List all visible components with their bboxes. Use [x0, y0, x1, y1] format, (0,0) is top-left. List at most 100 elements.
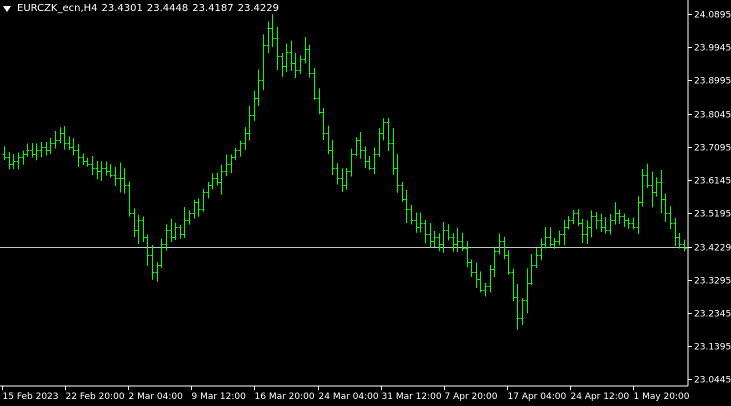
ohlc-bar	[654, 177, 659, 197]
ohlc-bar	[99, 161, 104, 182]
x-tick-label: 24 Apr 12:00	[571, 392, 630, 402]
ohlc-bar	[11, 154, 16, 170]
ohlc-bar	[7, 151, 12, 170]
ohlc-bar	[238, 140, 243, 157]
ohlc-bar	[589, 210, 594, 238]
ohlc-bar	[506, 250, 511, 275]
ohlc-bar	[640, 168, 645, 207]
ohlc-bar	[432, 231, 437, 248]
ohlc-bar	[34, 143, 39, 161]
ohlc-bar	[474, 262, 479, 288]
y-tick-label: 23.4229	[694, 244, 731, 254]
ohlc-bar	[391, 128, 396, 175]
low-value: 23.4187	[192, 3, 234, 14]
ohlc-bar	[599, 213, 604, 233]
close-value: 23.4229	[237, 3, 279, 14]
ohlc-bar	[543, 226, 548, 249]
ohlc-bar	[650, 171, 655, 208]
ohlc-bar	[668, 206, 673, 229]
ohlc-bar	[169, 218, 174, 243]
ohlc-bar	[372, 147, 377, 175]
ohlc-bar	[136, 214, 141, 244]
ohlc-bar	[53, 131, 58, 149]
y-tick-label: 23.0445	[694, 376, 731, 386]
ohlc-bar	[210, 173, 215, 190]
ohlc-bar	[673, 217, 678, 247]
ohlc-bar	[478, 271, 483, 293]
ohlc-bar	[571, 210, 576, 224]
ohlc-bar	[594, 212, 599, 230]
y-tick-label: 23.8045	[694, 111, 731, 121]
ohlc-bar	[548, 227, 553, 247]
ohlc-bar	[520, 298, 525, 325]
ohlc-bar	[566, 216, 571, 230]
ohlc-bar	[354, 137, 359, 157]
ohlc-bar	[150, 244, 155, 280]
ohlc-bar	[455, 227, 460, 252]
ohlc-bar	[330, 139, 335, 176]
ohlc-bar	[127, 181, 132, 217]
ohlc-bar	[645, 163, 650, 189]
ohlc-bar	[122, 168, 127, 194]
ohlc-bar	[469, 259, 474, 277]
ohlc-bar	[386, 117, 391, 152]
ohlc-bar	[243, 127, 248, 150]
x-tick-label: 24 Mar 04:00	[319, 392, 379, 402]
y-tick-label: 23.8995	[694, 77, 731, 87]
ohlc-bar	[219, 164, 224, 195]
chart-header: EURCZK_ecn,H4 23.4301 23.4448 23.4187 23…	[3, 3, 279, 14]
ohlc-bar	[534, 248, 539, 268]
ohlc-bar	[404, 189, 409, 223]
ohlc-bar	[525, 268, 530, 314]
x-tick-label: 1 May 20:00	[634, 392, 690, 402]
ohlc-bar	[266, 21, 271, 54]
ohlc-bar	[280, 52, 285, 77]
ohlc-bar	[363, 146, 368, 169]
ohlc-bar	[16, 152, 21, 170]
ohlc-bar	[2, 146, 7, 161]
ohlc-bar	[159, 238, 164, 268]
ohlc-bar	[224, 154, 229, 177]
ohlc-bar	[677, 233, 682, 249]
ohlc-bar	[539, 238, 544, 261]
ohlc-bar	[349, 148, 354, 177]
ohlc-bar	[488, 265, 493, 293]
ohlc-bar	[321, 107, 326, 141]
ohlc-bar	[428, 223, 433, 248]
ohlc-bar	[335, 163, 340, 185]
ohlc-bar	[312, 68, 317, 100]
y-tick-label: 23.1395	[694, 343, 731, 353]
ohlc-bar	[497, 233, 502, 255]
ohlc-bar	[446, 224, 451, 241]
x-tick-label: 15 Feb 2023	[3, 392, 59, 402]
ohlc-bar	[293, 52, 298, 79]
ohlc-bar	[409, 204, 414, 225]
ohlc-bar	[62, 126, 67, 150]
ohlc-bar	[608, 213, 613, 235]
ohlc-bar	[626, 217, 631, 229]
ohlc-bar	[233, 147, 238, 161]
ohlc-bar	[622, 213, 627, 227]
ohlc-bar	[483, 282, 488, 297]
dropdown-triangle-icon[interactable]	[3, 5, 11, 12]
ohlc-bar	[145, 234, 150, 266]
y-tick-label: 23.7095	[694, 144, 731, 154]
ohlc-bar	[381, 118, 386, 141]
ohlc-bar	[576, 209, 581, 227]
ohlc-bar	[44, 141, 49, 156]
ohlc-bar	[182, 206, 187, 238]
ohlc-bar	[344, 168, 349, 190]
ohlc-bar	[39, 142, 44, 158]
ohlc-bar	[113, 167, 118, 187]
ohlc-bar	[367, 155, 372, 170]
x-tick-label: 2 Mar 04:00	[129, 392, 184, 402]
ohlc-bar	[252, 90, 257, 121]
x-tick-label: 22 Feb 20:00	[66, 392, 125, 402]
high-value: 23.4448	[146, 3, 189, 14]
ohlc-bar	[108, 163, 113, 178]
x-tick-label: 9 Mar 12:00	[192, 392, 247, 402]
ohlc-bar	[441, 222, 446, 253]
ohlc-bar	[557, 230, 562, 246]
ohlc-bar	[603, 217, 608, 234]
ohlc-bar	[132, 208, 137, 237]
